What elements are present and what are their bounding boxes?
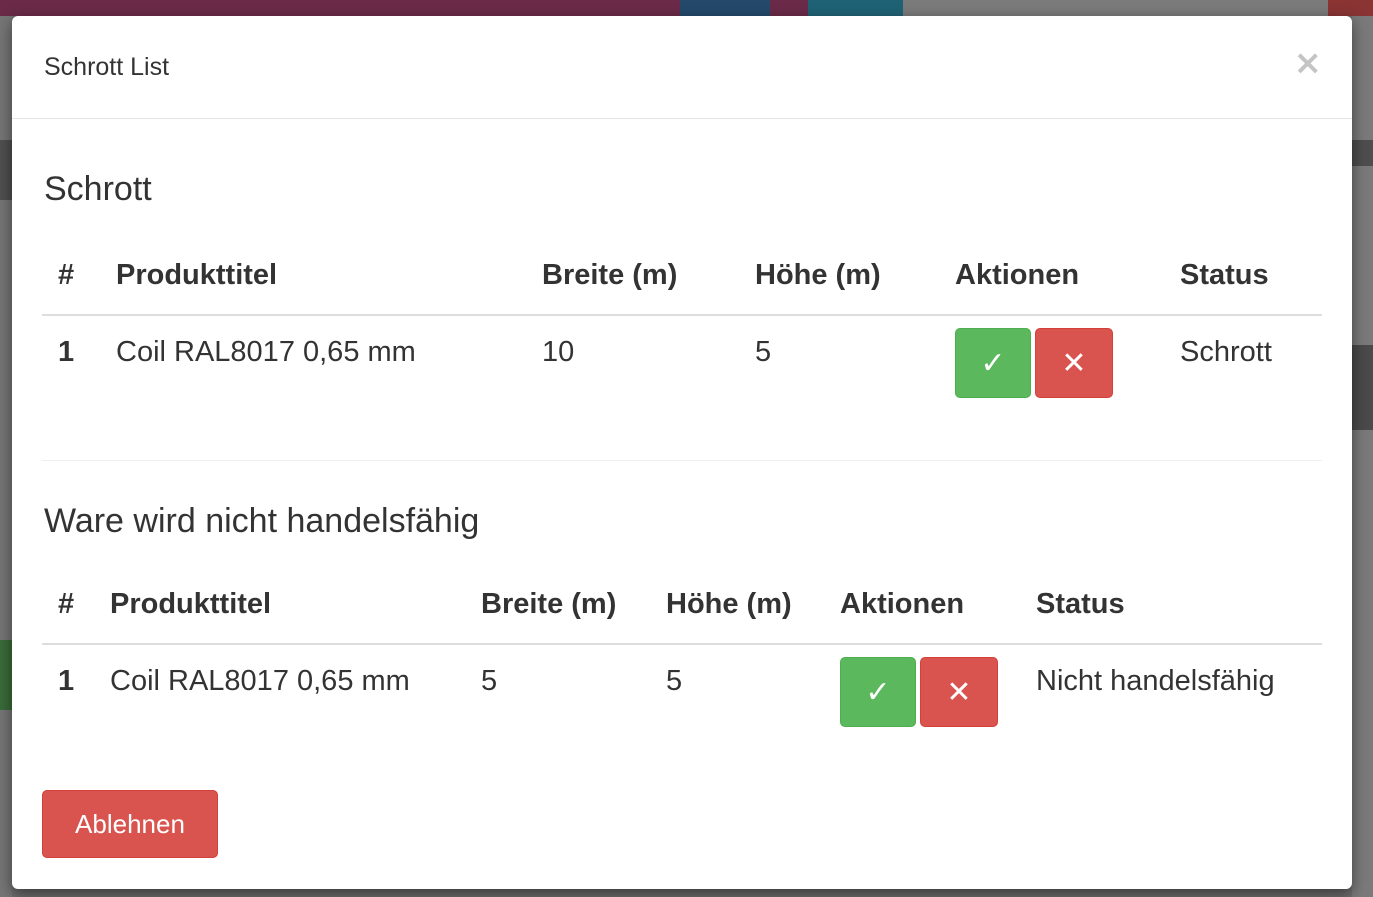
modal-title: Schrott List [44,53,170,81]
background-element [808,0,903,16]
column-header-status: Status [1020,572,1322,645]
row-status: Schrott [1180,336,1272,368]
row-product-title: Coil RAL8017 0,65 mm [116,336,416,368]
background-element [0,640,12,710]
approve-button[interactable]: ✓ [840,657,916,727]
column-header-number: # [42,572,94,645]
row-status: Nicht handelsfähig [1036,665,1275,697]
row-actions: ✓ ✕ [939,315,1164,454]
background-element [1352,140,1373,166]
reject-row-button[interactable]: ✕ [920,657,998,727]
close-icon: ✕ [946,675,972,710]
close-icon: ✕ [1061,346,1087,381]
row-product-title: Coil RAL8017 0,65 mm [110,665,410,697]
column-header-width: Breite (m) [465,572,650,645]
close-icon[interactable]: × [1294,46,1323,80]
background-element [903,0,1328,16]
row-height: 5 [755,336,772,368]
column-header-width: Breite (m) [526,241,739,316]
ablehnen-button[interactable]: Ablehnen [42,790,218,858]
background-element [1328,0,1373,16]
column-header-height: Höhe (m) [739,241,939,316]
table-header-row: # Produkttitel Breite (m) Höhe (m) Aktio… [42,572,1322,645]
schrott-table: # Produkttitel Breite (m) Höhe (m) Aktio… [42,241,1322,454]
column-header-number: # [42,241,100,316]
section-title-schrott: Schrott [44,170,152,208]
table-header-row: # Produkttitel Breite (m) Höhe (m) Aktio… [42,241,1322,316]
background-element [1352,345,1373,430]
background-element [680,0,770,16]
column-header-height: Höhe (m) [650,572,824,645]
column-header-actions: Aktionen [824,572,1020,645]
table-row: 1 Coil RAL8017 0,65 mm 10 5 ✓ ✕ Schrott [42,315,1322,454]
checkmark-icon: ✓ [980,346,1006,381]
table-row: 1 Coil RAL8017 0,65 mm 5 5 ✓ ✕ Nicht hand… [42,644,1322,783]
column-header-actions: Aktionen [939,241,1164,316]
row-height: 5 [666,665,683,697]
row-number: 1 [58,336,75,368]
section-title-unsellable: Ware wird nicht handelsfähig [44,502,480,540]
reject-row-button[interactable]: ✕ [1035,328,1113,398]
row-width: 10 [542,336,575,368]
column-header-product: Produkttitel [94,572,465,645]
background-element [0,140,12,200]
row-number: 1 [58,665,75,697]
row-actions: ✓ ✕ [824,644,1020,783]
row-width: 5 [481,665,498,697]
approve-button[interactable]: ✓ [955,328,1031,398]
unsellable-table: # Produkttitel Breite (m) Höhe (m) Aktio… [42,572,1322,783]
schrott-list-modal: Schrott List × Schrott # Produkttitel Br… [12,16,1352,889]
column-header-status: Status [1164,241,1322,316]
modal-header: Schrott List × [12,16,1352,119]
section-divider [42,460,1322,461]
column-header-product: Produkttitel [100,241,526,316]
checkmark-icon: ✓ [865,675,891,710]
